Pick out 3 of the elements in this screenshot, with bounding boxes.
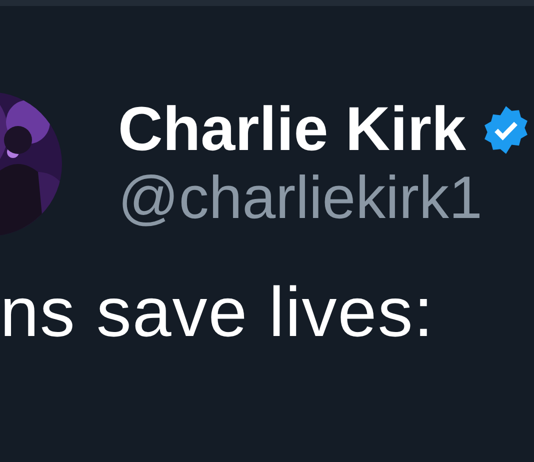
author-handle[interactable]: @charliekirk1 [118, 164, 532, 231]
author-name[interactable]: Charlie Kirk [118, 97, 466, 163]
tweet-text: ns save lives: [0, 274, 436, 351]
